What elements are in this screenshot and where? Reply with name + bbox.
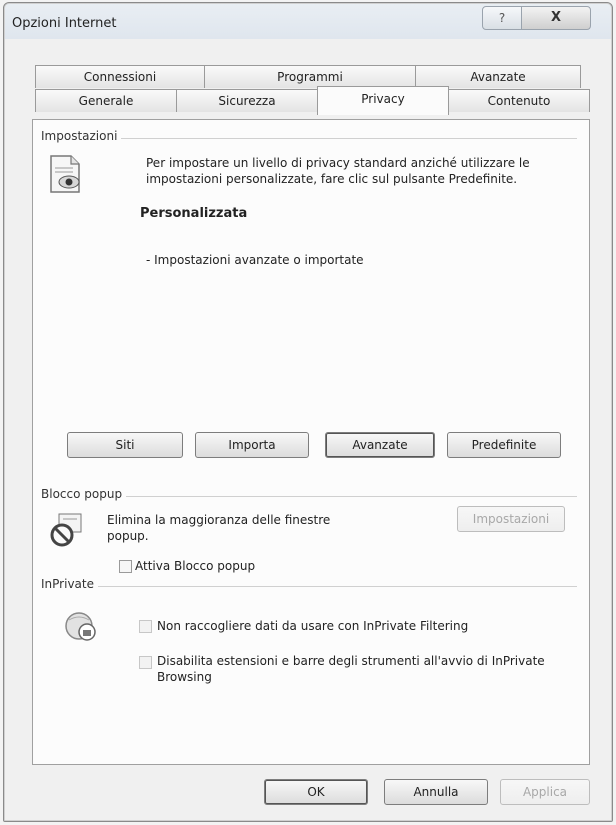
internet-options-window: Opzioni Internet ? X Connessioni Program… (3, 2, 613, 822)
popup-description: Elimina la maggioranza delle finestre po… (107, 513, 331, 543)
apply-button[interactable]: Applica (500, 779, 590, 805)
popup-group-label: Blocco popup (41, 487, 127, 501)
privacy-document-icon (50, 155, 80, 193)
tab-privacy[interactable]: Privacy (317, 86, 449, 115)
default-button[interactable]: Predefinite (447, 432, 561, 458)
tab-generale[interactable]: Generale (35, 89, 177, 112)
tab-contenuto[interactable]: Contenuto (448, 89, 590, 112)
cancel-button[interactable]: Annulla (384, 779, 488, 805)
sites-button[interactable]: Siti (67, 432, 183, 458)
privacy-level-detail: - Impostazioni avanzate o importate (146, 253, 364, 267)
settings-group-label: Impostazioni (41, 129, 122, 143)
privacy-level-title: Personalizzata (140, 206, 248, 221)
tab-programmi[interactable]: Programmi (204, 65, 416, 88)
advanced-button[interactable]: Avanzate (325, 432, 435, 458)
tab-sicurezza[interactable]: Sicurezza (176, 89, 318, 112)
no-data-inprivate-checkbox[interactable] (139, 620, 152, 633)
inprivate-divider (41, 586, 577, 587)
import-button[interactable]: Importa (195, 432, 309, 458)
window-title: Opzioni Internet (12, 16, 117, 31)
enable-popup-blocker-checkbox[interactable] (119, 560, 132, 573)
enable-popup-blocker-label[interactable]: Attiva Blocco popup (135, 558, 255, 574)
title-bar[interactable]: Opzioni Internet ? X (4, 3, 612, 45)
help-button[interactable]: ? (482, 6, 522, 30)
popup-settings-button[interactable]: Impostazioni (457, 506, 565, 532)
ok-button[interactable]: OK (264, 779, 368, 805)
disable-extensions-checkbox[interactable] (139, 656, 152, 669)
disable-extensions-label[interactable]: Disabilita estensioni e barre degli stru… (157, 653, 547, 685)
inprivate-group-label: InPrivate (41, 577, 98, 591)
privacy-panel: Impostazioni Per impostare un livello di… (32, 119, 590, 765)
settings-description: Per impostare un livello di privacy stan… (146, 156, 530, 186)
tab-avanzate[interactable]: Avanzate (415, 65, 581, 88)
inprivate-icon (65, 612, 96, 641)
tab-connessioni[interactable]: Connessioni (35, 65, 205, 88)
popup-block-icon (50, 513, 82, 547)
no-data-inprivate-label[interactable]: Non raccogliere dati da usare con InPriv… (157, 618, 567, 634)
close-button[interactable]: X (521, 6, 591, 30)
